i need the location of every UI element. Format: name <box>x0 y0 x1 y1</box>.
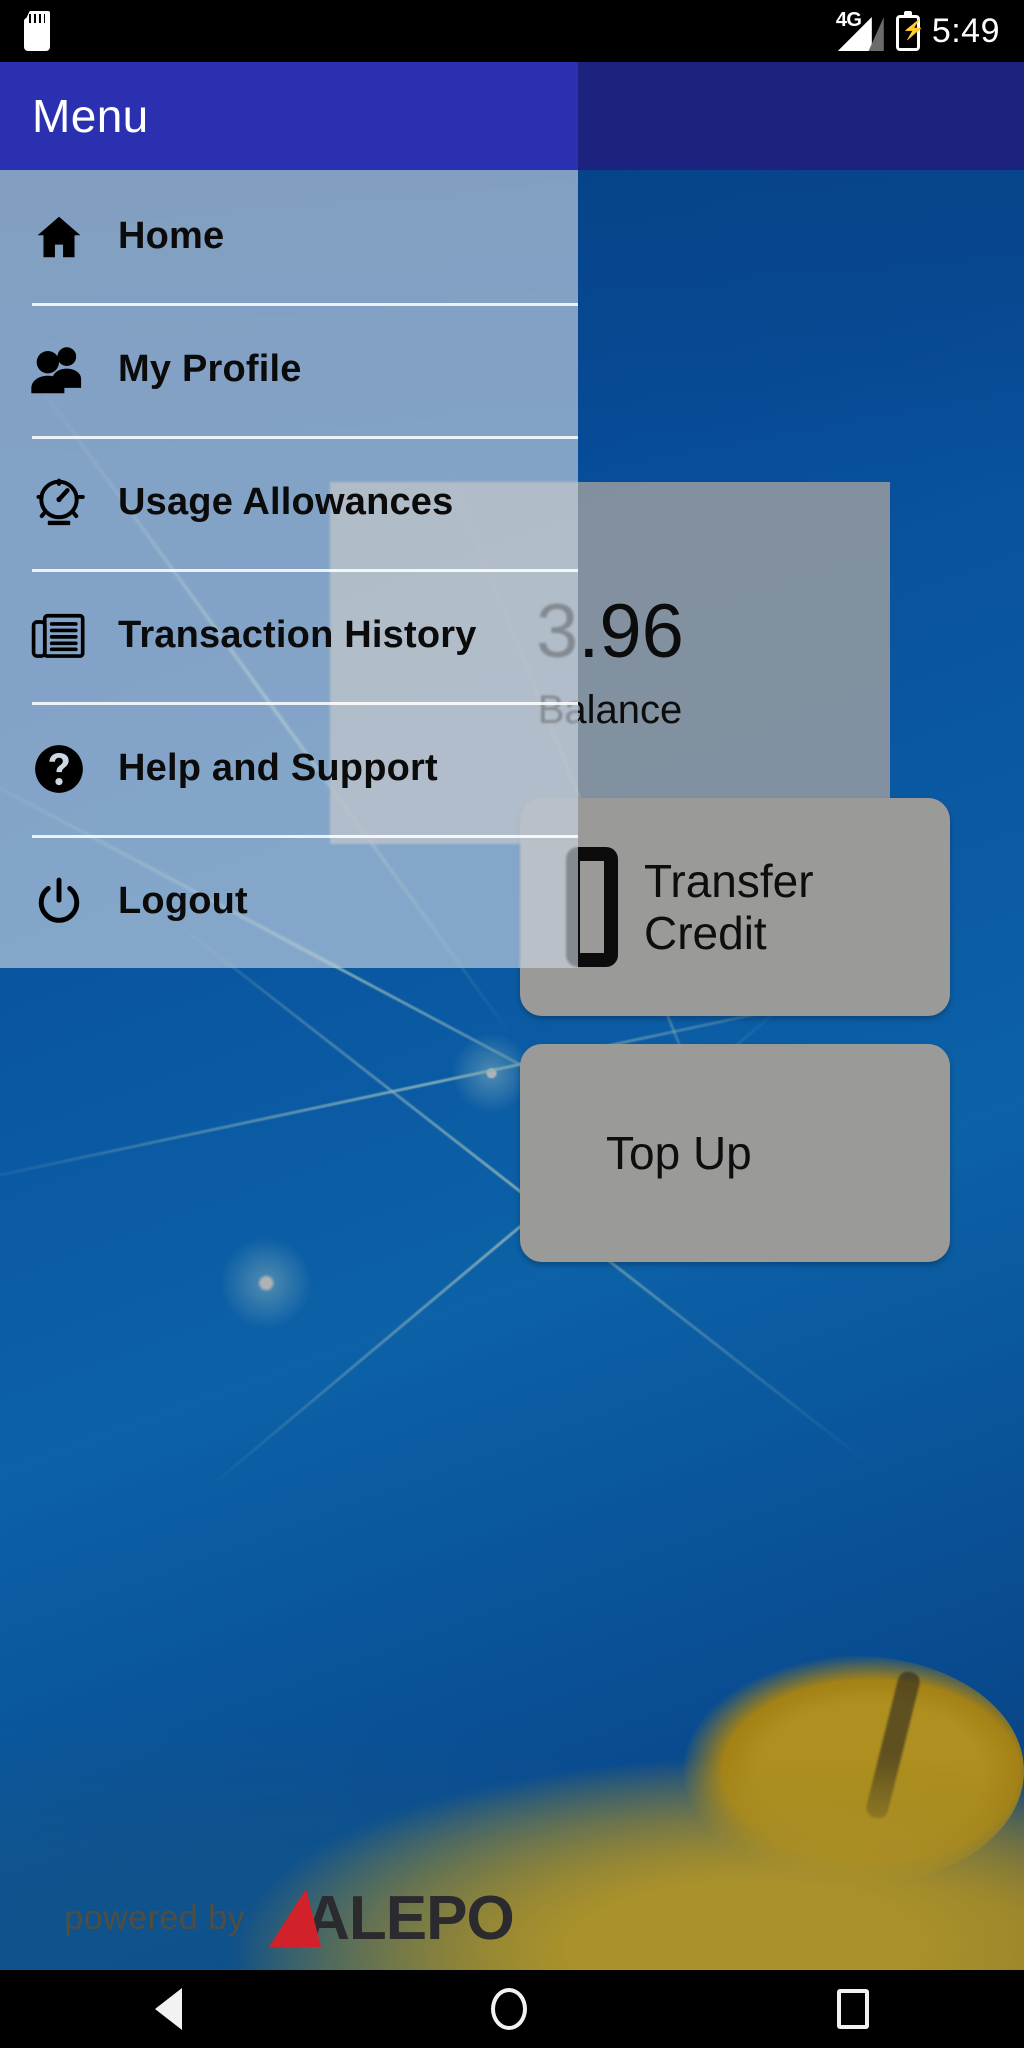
battery-charging-icon: ⚡ <box>895 11 925 51</box>
menu-label-logout: Logout <box>118 880 248 922</box>
menu-item-home[interactable]: Home <box>0 170 578 303</box>
recents-square-icon[interactable] <box>837 1989 870 2029</box>
menu-item-logout[interactable]: Logout <box>0 835 578 968</box>
menu-item-transaction-history[interactable]: Transaction History <box>0 569 578 702</box>
menu-item-my-profile[interactable]: My Profile <box>0 303 578 436</box>
menu-item-help-and-support[interactable]: Help and Support <box>0 702 578 835</box>
status-bar-left <box>24 11 50 51</box>
home-icon <box>0 210 118 264</box>
power-icon <box>0 874 118 930</box>
status-bar-clock: 5:49 <box>931 11 1000 50</box>
menu-label-my-profile: My Profile <box>118 348 302 390</box>
help-circle-icon <box>0 742 118 796</box>
status-bar-right: 4G ⚡ 5:49 <box>835 9 1000 51</box>
drawer-header: Menu <box>0 62 578 170</box>
android-nav-bar <box>0 1970 1024 2048</box>
navigation-drawer: Menu Home My Profile Usage Allowances Tr… <box>0 62 578 968</box>
phone-screen: 3.96 Balance Transfer Credit Top Up Menu <box>0 0 1024 2048</box>
speedometer-icon <box>0 475 118 531</box>
status-bar: 4G ⚡ 5:49 <box>0 0 1024 62</box>
network-type-label: 4G <box>835 9 862 31</box>
drawer-menu-list: Home My Profile Usage Allowances Transac… <box>0 170 578 968</box>
sd-card-icon <box>24 11 50 51</box>
people-icon <box>0 344 118 396</box>
menu-label-usage-allowances: Usage Allowances <box>118 481 454 523</box>
back-icon[interactable] <box>154 1988 182 2030</box>
newspaper-icon <box>0 609 118 663</box>
drawer-title: Menu <box>32 90 149 142</box>
brand-footer: powered by ALEPO <box>0 1870 578 1966</box>
menu-label-transaction-history: Transaction History <box>118 614 477 656</box>
alepo-wordmark: ALEPO <box>305 1883 515 1953</box>
menu-label-home: Home <box>118 215 225 257</box>
powered-by-text: powered by <box>64 1898 246 1937</box>
menu-item-usage-allowances[interactable]: Usage Allowances <box>0 436 578 569</box>
home-circle-icon[interactable] <box>491 1988 528 2030</box>
alepo-logo: ALEPO <box>263 1883 515 1954</box>
menu-label-help-and-support: Help and Support <box>118 747 438 789</box>
signal-bars-icon: 4G <box>835 9 884 51</box>
